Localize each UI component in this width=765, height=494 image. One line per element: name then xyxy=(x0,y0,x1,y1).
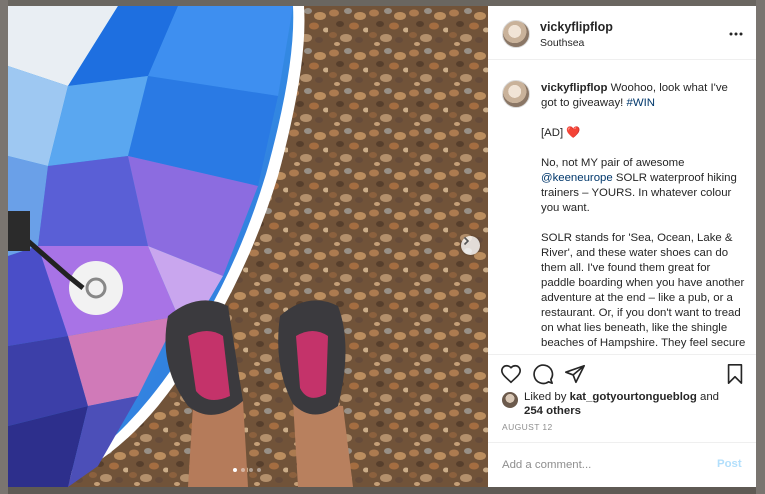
post-location[interactable]: Southsea xyxy=(540,37,584,49)
author-username[interactable]: vickyflipflop xyxy=(540,20,613,34)
comment-bar: Post xyxy=(488,442,756,487)
carousel-dot xyxy=(233,468,237,472)
caption-author-avatar[interactable] xyxy=(502,80,530,108)
background-feed-left xyxy=(0,0,8,494)
caption-paragraph-3: SOLR stands for 'Sea, Ocean, Lake & Rive… xyxy=(541,232,746,354)
liker-username[interactable]: kat_gotyourtongueblog xyxy=(570,391,697,403)
comment-input[interactable] xyxy=(502,455,702,475)
likes-conjunction: and xyxy=(699,391,719,403)
share-icon[interactable] xyxy=(564,363,586,385)
bookmark-icon[interactable] xyxy=(724,363,746,385)
post-actions xyxy=(488,354,756,394)
liker-avatar[interactable] xyxy=(502,392,518,408)
background-feed-bottom xyxy=(0,487,765,494)
post-header: vickyflipflop Southsea xyxy=(488,6,756,60)
comment-icon[interactable] xyxy=(532,363,554,385)
post-caption: vickyflipflop Woohoo, look what I've got… xyxy=(541,81,746,354)
carousel-dot xyxy=(249,468,253,472)
heart-emoji: ❤️ xyxy=(566,127,581,139)
author-avatar[interactable] xyxy=(502,20,530,48)
next-photo-button[interactable] xyxy=(461,236,480,255)
heart-icon[interactable] xyxy=(500,363,522,385)
likes-others-count[interactable]: 254 others xyxy=(524,405,581,417)
likes-prefix: Liked by xyxy=(524,391,567,403)
caption-username[interactable]: vickyflipflop xyxy=(541,82,607,94)
hashtag-link[interactable]: #WIN xyxy=(627,97,655,109)
post-image xyxy=(8,6,488,487)
caption-section: vickyflipflop Woohoo, look what I've got… xyxy=(488,61,756,354)
caption-paragraph-2a: No, not MY pair of awesome xyxy=(541,157,685,169)
post-photo[interactable] xyxy=(8,6,488,487)
carousel-dot xyxy=(257,468,261,472)
post-sidebar: vickyflipflop Southsea vickyflipflop Woo… xyxy=(488,6,756,487)
ad-label: [AD] xyxy=(541,127,564,139)
likes-text: Liked by kat_gotyourtongueblog and 254 o… xyxy=(524,390,750,418)
more-options-icon[interactable] xyxy=(728,26,744,42)
carousel-dot xyxy=(241,468,245,472)
background-feed-right xyxy=(756,0,765,494)
mention-link[interactable]: @keeneurope xyxy=(541,172,613,184)
post-date[interactable]: AUGUST 12 xyxy=(502,422,553,432)
carousel-indicator xyxy=(233,468,261,472)
chevron-right-icon xyxy=(463,236,470,246)
post-comment-button[interactable]: Post xyxy=(717,458,742,470)
